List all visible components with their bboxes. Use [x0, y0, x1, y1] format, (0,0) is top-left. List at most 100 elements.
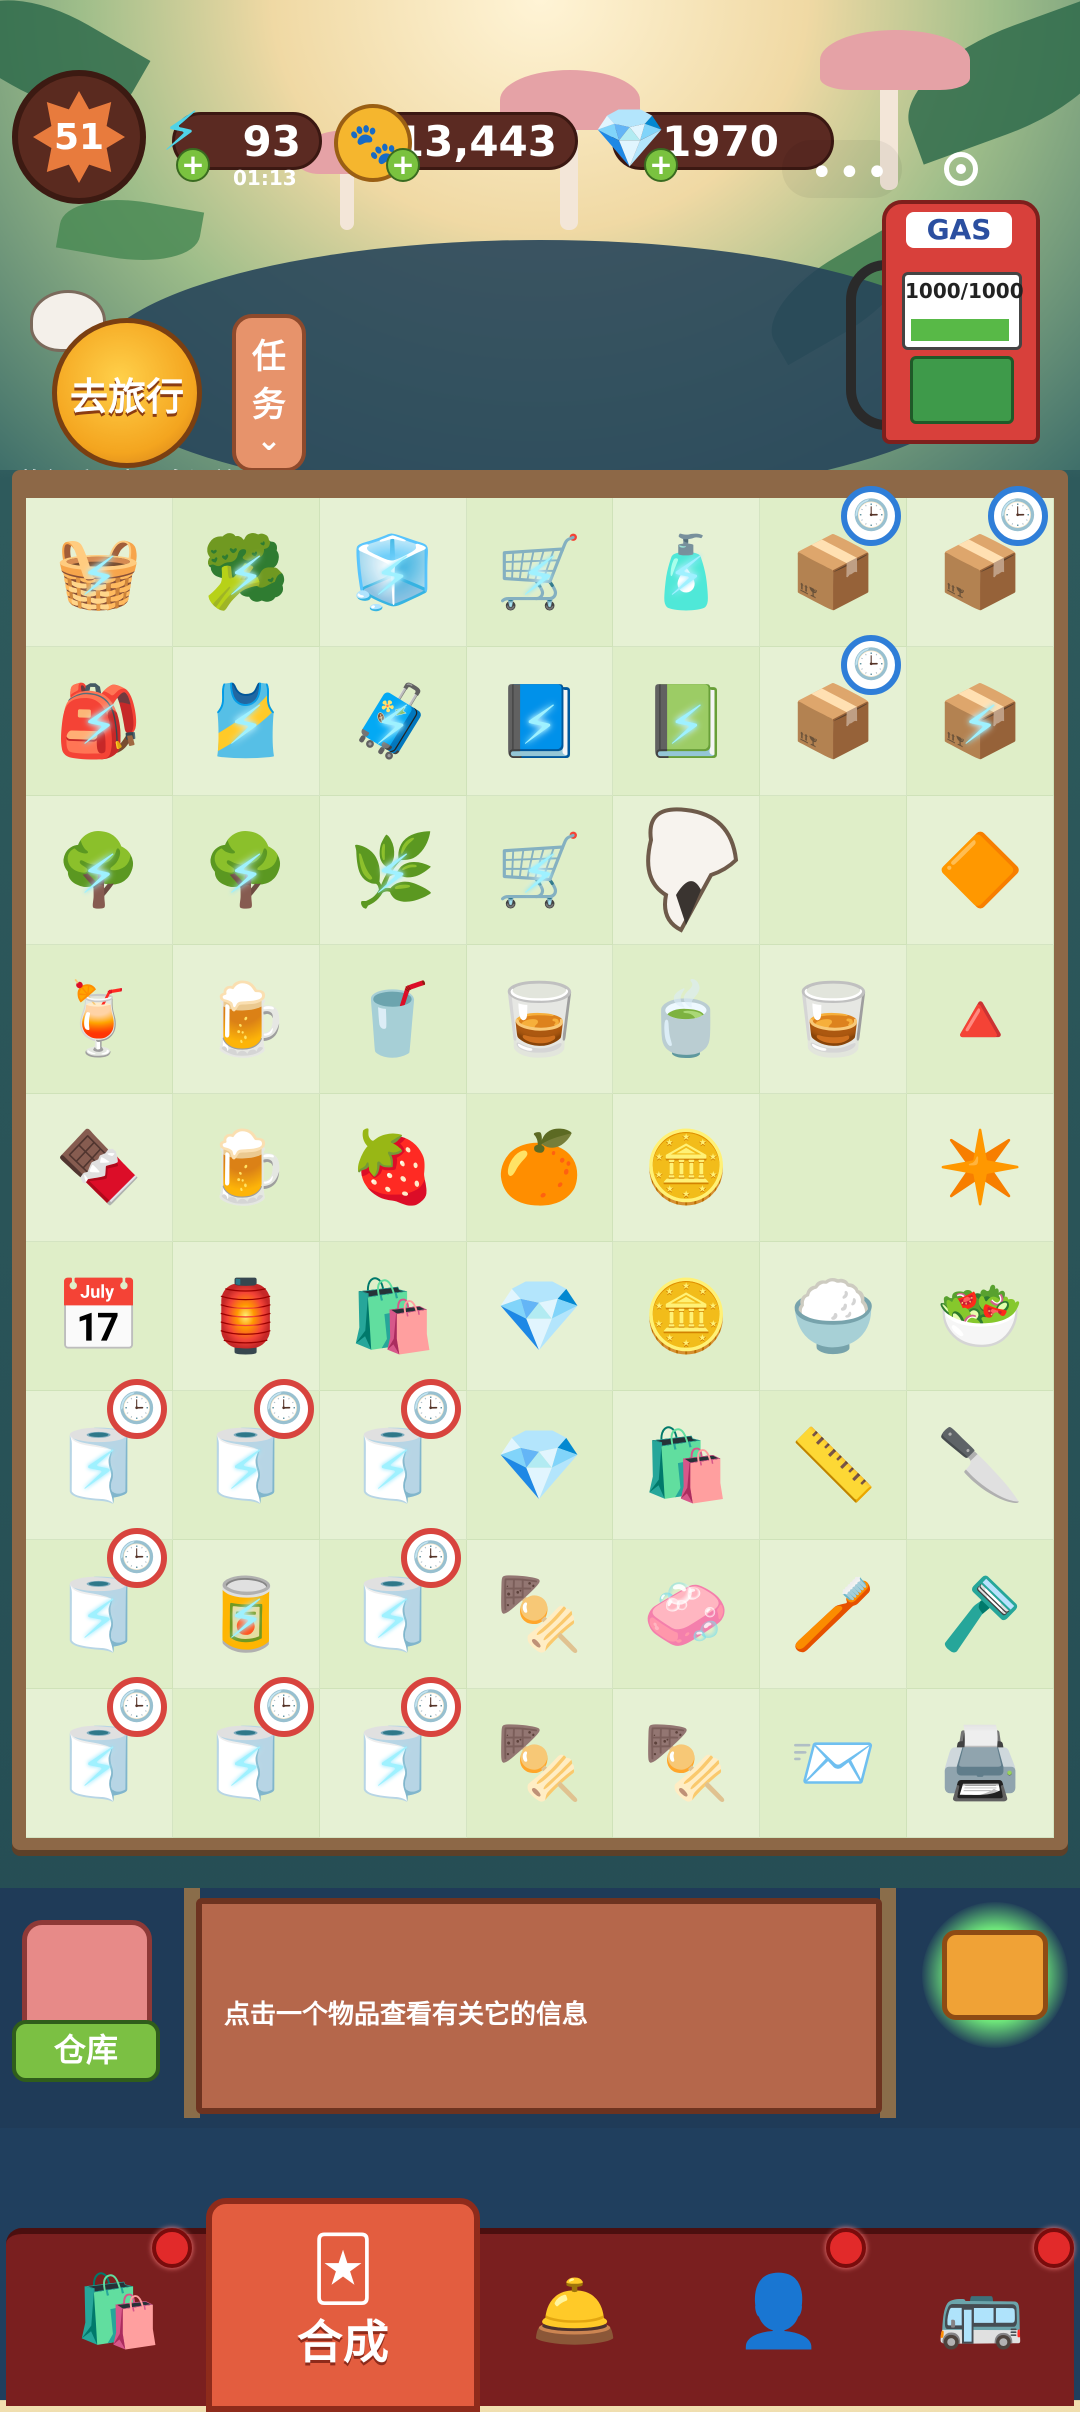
board-item-towel[interactable]: 🧼: [632, 1560, 740, 1668]
board-cell[interactable]: 🧴: [613, 498, 761, 647]
board-item-fabric-roll[interactable]: 🧻 🕒: [192, 1379, 314, 1519]
board-cell[interactable]: 🥤: [319, 944, 467, 1094]
board-item-blue-gems-pile[interactable]: 💎: [485, 1411, 593, 1519]
board-cell[interactable]: 🧼: [613, 1540, 761, 1690]
storage-button[interactable]: 仓库: [12, 1920, 160, 2082]
board-item-brush[interactable]: 🪥: [779, 1560, 887, 1668]
board-item-fabric-roll[interactable]: 🧻 🕒: [45, 1528, 167, 1668]
board-cell[interactable]: 🍢: [613, 1689, 761, 1838]
board-item-printer[interactable]: 🖨️: [926, 1709, 1034, 1817]
add-gems-button[interactable]: +: [644, 148, 678, 182]
board-item-rice-board[interactable]: 🍚: [779, 1262, 887, 1370]
board-cell[interactable]: 🌳: [172, 795, 320, 945]
board-item-drone-box[interactable]: 📦 🕒: [926, 485, 1049, 626]
board-cell[interactable]: 📨: [760, 1689, 908, 1838]
board-cell[interactable]: 🪙: [613, 1093, 761, 1243]
board-cell[interactable]: 🍫: [26, 1093, 173, 1243]
board-item-cart[interactable]: 🛒: [485, 518, 593, 626]
board-cell[interactable]: 📦: [907, 646, 1054, 796]
board-item-fridge[interactable]: 🧊: [339, 518, 447, 626]
board-item-blue-gem[interactable]: 💎: [485, 1262, 593, 1370]
board-item-scallion-dish[interactable]: 🥗: [926, 1262, 1034, 1370]
board-cell[interactable]: 🍢: [466, 1540, 614, 1690]
board-cell[interactable]: 🥦: [172, 498, 320, 647]
board-cell[interactable]: 🔪: [907, 1391, 1054, 1541]
board-item-canister[interactable]: 🥫: [192, 1560, 300, 1668]
board-item-cola[interactable]: 🥤: [339, 965, 447, 1073]
board-item-vest[interactable]: 🎽: [192, 667, 300, 775]
board-cell[interactable]: 🍊: [466, 1093, 614, 1243]
board-item-orange-gem-small[interactable]: 🔶: [926, 816, 1034, 924]
gas-pump[interactable]: GAS 1000/1000: [882, 200, 1040, 444]
board-item-notebook-blue[interactable]: 📗: [632, 667, 740, 775]
board-cell[interactable]: 🥃: [466, 944, 614, 1094]
board-item-ruler[interactable]: 📏: [779, 1411, 887, 1519]
board-item-luggage-cart[interactable]: 🧳: [339, 667, 447, 775]
go-travel-button[interactable]: 去旅行: [52, 318, 202, 468]
board-item-short-glass[interactable]: 🥃: [779, 965, 887, 1073]
board-item-tree[interactable]: 🌳: [45, 816, 153, 924]
board-cell[interactable]: 🖨️: [907, 1689, 1054, 1838]
board-item-drone-box[interactable]: 📦 🕒: [779, 634, 902, 775]
board-item-green-juice[interactable]: 🍵: [632, 965, 740, 1073]
board-cell[interactable]: 🛒: [466, 795, 614, 945]
board-cell[interactable]: 🪙: [613, 1242, 761, 1392]
board-item-toy-basket[interactable]: 🧺: [45, 518, 153, 626]
board-cell[interactable]: 🧻 🕒: [319, 1379, 467, 1541]
board-cell[interactable]: 🛒: [466, 498, 614, 647]
board-cell[interactable]: 🧊: [319, 498, 467, 647]
board-item-drone-box[interactable]: 📦: [926, 667, 1034, 775]
board-item-green-pot[interactable]: 🥦: [192, 518, 300, 626]
board-cell[interactable]: [613, 795, 761, 945]
board-item-chocolate-mat[interactable]: 🍫: [45, 1113, 153, 1221]
board-cell[interactable]: 🛍️: [613, 1391, 761, 1541]
board-item-beer-glass[interactable]: 🍺: [192, 1113, 300, 1221]
board-cell[interactable]: 🔶: [907, 795, 1054, 945]
board-cell[interactable]: 📦 🕒: [760, 485, 908, 647]
reward-chest-button[interactable]: [922, 1902, 1068, 2048]
board-item-skewer-box[interactable]: 🍢: [485, 1560, 593, 1668]
board-item-orange-triangle[interactable]: 🔺: [926, 965, 1034, 1073]
board-item-whiskey[interactable]: 🥃: [485, 965, 593, 1073]
board-cell[interactable]: 🧻 🕒: [172, 1677, 320, 1838]
board-cell[interactable]: 🍢: [466, 1689, 614, 1838]
board-item-strawberry-drink[interactable]: 🍓: [339, 1113, 447, 1221]
board-cell[interactable]: 🌿: [319, 795, 467, 945]
task-button[interactable]: 任 务 ⌄: [232, 314, 306, 472]
board-item-paper-envelope[interactable]: 📨: [779, 1709, 887, 1817]
board-cell[interactable]: 📅: [26, 1242, 173, 1392]
board-cell[interactable]: 📘: [466, 646, 614, 796]
board-item-fabric-roll[interactable]: 🧻 🕒: [192, 1677, 314, 1817]
board-cell[interactable]: 💎: [466, 1242, 614, 1392]
board-item-razor[interactable]: 🪒: [926, 1560, 1034, 1668]
board-item-mug-drink[interactable]: 🍺: [192, 965, 300, 1073]
board-cell[interactable]: 🧻 🕒: [26, 1528, 173, 1690]
board-cell[interactable]: 🛍️: [319, 1242, 467, 1392]
board-cell[interactable]: 🎽: [172, 646, 320, 796]
tab-restaurant[interactable]: 🛎️: [500, 2236, 650, 2386]
board-item-paw-coin-stack[interactable]: 🪙: [632, 1262, 740, 1370]
board-item-fabric-roll[interactable]: 🧻 🕒: [339, 1528, 461, 1668]
board-cell[interactable]: 📦 🕒: [760, 634, 908, 796]
tab-bus[interactable]: 🚌: [906, 2236, 1056, 2386]
board-cell[interactable]: 🏮: [172, 1242, 320, 1392]
board-item-bottle-shelf[interactable]: 🧴: [632, 518, 740, 626]
board-cell[interactable]: 🌳: [26, 795, 173, 945]
board-cell[interactable]: 🍺: [172, 1093, 320, 1243]
close-target-icon[interactable]: [944, 152, 978, 186]
board-cell[interactable]: 🧳: [319, 646, 467, 796]
board-item-orange-star[interactable]: ✴️: [926, 1113, 1034, 1221]
board-cell[interactable]: 🧺: [26, 498, 173, 647]
board-item-tropical-drink[interactable]: 🍹: [45, 965, 153, 1073]
board-cell[interactable]: 🍺: [172, 944, 320, 1094]
more-menu-button[interactable]: •••: [810, 150, 893, 196]
board-cell[interactable]: 🧻 🕒: [319, 1528, 467, 1690]
board-item-calendar[interactable]: 📅: [45, 1262, 153, 1370]
board-cell[interactable]: 🍓: [319, 1093, 467, 1243]
board-cell[interactable]: [760, 1093, 908, 1243]
tab-merge[interactable]: 🃏 合成: [206, 2198, 480, 2412]
board-item-skewer-crate[interactable]: 🍢: [632, 1709, 740, 1817]
board-cell[interactable]: 🪒: [907, 1540, 1054, 1690]
board-item-drone-box[interactable]: 📦 🕒: [779, 485, 902, 626]
board-item-tape-cutter[interactable]: 🔪: [926, 1411, 1034, 1519]
